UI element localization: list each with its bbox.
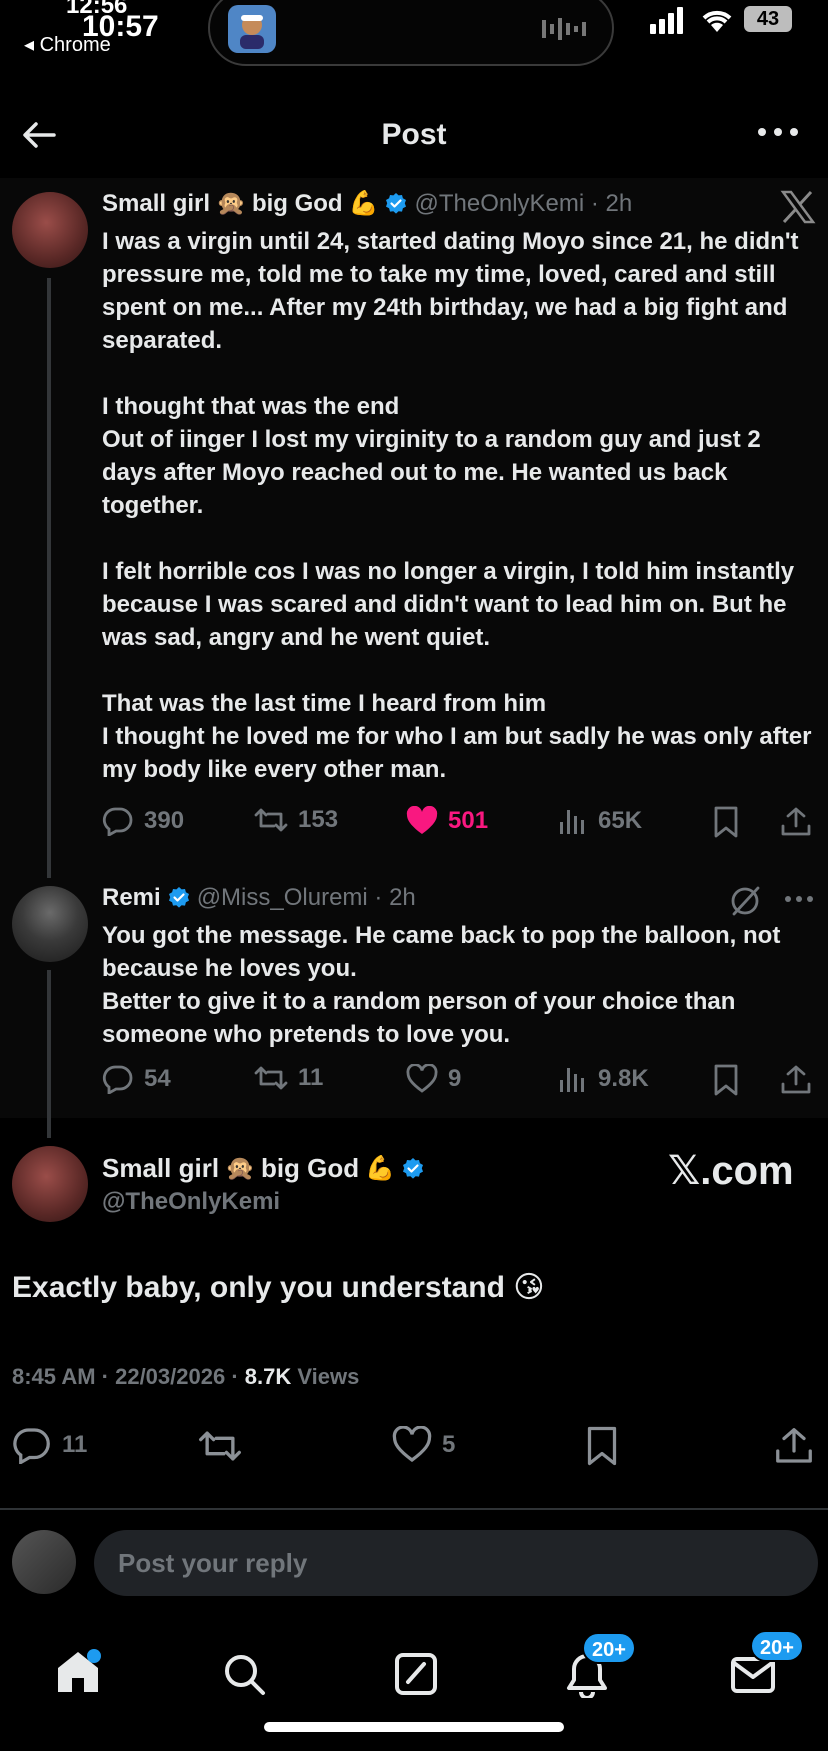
views-icon	[560, 810, 584, 834]
tweet-actions: 390 153 501 65K	[102, 806, 822, 840]
reply-count: 390	[144, 807, 185, 834]
flexed-biceps-emoji: 💪	[365, 1154, 396, 1182]
like-count: 501	[448, 807, 489, 834]
tweet-author-line: Small girl 🙊 big God 💪 @TheOnlyKemi · 2h	[102, 190, 632, 218]
repost-count: 153	[298, 806, 339, 833]
views-count: 8.7K	[244, 1364, 292, 1389]
reply-icon	[102, 1065, 133, 1094]
main-post-text: Exactly baby, only you understand	[12, 1271, 505, 1304]
bookmark-icon[interactable]	[584, 1426, 620, 1466]
notifications-badge: 20+	[582, 1632, 636, 1664]
tweet-text: I was a virgin until 24, started dating …	[102, 228, 812, 783]
author-name[interactable]: Small girl	[102, 190, 210, 218]
share-icon[interactable]	[780, 806, 812, 838]
cellular-signal-icon	[650, 6, 692, 34]
reply-icon	[13, 1428, 50, 1464]
reply-icon	[102, 807, 133, 836]
page-title: Post	[381, 118, 447, 151]
reply-button[interactable]: 390	[102, 806, 184, 836]
like-count: 5	[442, 1431, 456, 1458]
kiss-emoji: 😘	[513, 1271, 545, 1304]
main-post-text-line: Exactly baby, only you understand 😘	[12, 1270, 545, 1305]
main-post-actions: 11 5	[12, 1426, 818, 1466]
views-button[interactable]: 9.8K	[558, 1064, 649, 1094]
x-logo-icon	[780, 190, 816, 224]
verified-badge-icon	[167, 886, 191, 910]
main-author-name[interactable]: Small girl 🙊 big God 💪	[102, 1153, 425, 1184]
avatar[interactable]	[12, 192, 88, 268]
views-button[interactable]: 65K	[558, 806, 642, 836]
heart-icon	[392, 1426, 432, 1463]
author-handle[interactable]: @TheOnlyKemi	[102, 1188, 280, 1216]
repost-icon	[254, 808, 288, 832]
like-button[interactable]: 5	[392, 1426, 455, 1464]
battery-indicator: 43	[744, 6, 792, 32]
bookmark-icon[interactable]	[712, 1064, 740, 1096]
author-name-rest[interactable]: big God	[252, 190, 343, 218]
verified-badge-icon	[384, 192, 408, 216]
views-count: 65K	[598, 807, 643, 834]
reply-input[interactable]: Post your reply	[94, 1530, 818, 1596]
tweet-text: You got the message. He came back to pop…	[102, 922, 781, 1048]
more-options-icon[interactable]	[784, 895, 814, 903]
views-label: Views	[291, 1364, 360, 1389]
heart-filled-icon	[406, 806, 438, 834]
reply-button[interactable]: 54	[102, 1064, 171, 1094]
author-name: Small girl	[102, 1153, 220, 1183]
reply-count: 11	[62, 1431, 88, 1458]
app-icon[interactable]	[228, 5, 276, 53]
monkey-emoji: 🙊	[216, 190, 246, 217]
thread-connector-line	[47, 970, 51, 1138]
wifi-icon	[700, 6, 734, 34]
more-options-icon[interactable]	[756, 126, 800, 138]
like-button[interactable]: 9	[406, 1064, 461, 1094]
flexed-biceps-emoji: 💪	[348, 190, 379, 217]
author-name[interactable]: Remi	[102, 884, 161, 912]
share-icon[interactable]	[774, 1426, 814, 1466]
search-icon[interactable]	[222, 1652, 266, 1696]
avatar[interactable]	[12, 1146, 88, 1222]
home-icon[interactable]	[54, 1648, 102, 1694]
messages-badge: 20+	[750, 1630, 804, 1662]
like-button[interactable]: 501	[406, 806, 488, 836]
back-to-app-link[interactable]: ◂ Chrome	[24, 32, 111, 57]
compose-icon[interactable]	[394, 1652, 438, 1696]
reply-button[interactable]: 11	[12, 1426, 87, 1464]
bookmark-icon[interactable]	[712, 806, 740, 838]
like-count: 9	[448, 1065, 462, 1092]
repost-icon[interactable]	[198, 1428, 242, 1464]
monkey-emoji: 🙊	[225, 1154, 255, 1182]
thread-connector-line	[47, 278, 51, 878]
user-avatar[interactable]	[12, 1530, 76, 1594]
divider	[0, 1508, 828, 1510]
share-icon[interactable]	[780, 1064, 812, 1096]
reply-count: 54	[144, 1065, 171, 1092]
verified-badge-icon	[401, 1157, 425, 1181]
tweet-author-line: Remi @Miss_Oluremi · 2h	[102, 884, 416, 912]
views-count: 9.8K	[598, 1065, 649, 1092]
views-icon	[560, 1068, 584, 1092]
author-name-rest: big God	[260, 1153, 360, 1183]
post-meta: 8:45 AM · 22/03/2026 · 8.7K Views	[12, 1364, 359, 1390]
grok-icon[interactable]	[728, 884, 762, 918]
audio-waveform-icon	[540, 14, 592, 44]
author-handle[interactable]: @TheOnlyKemi · 2h	[414, 190, 632, 218]
heart-icon	[406, 1064, 438, 1093]
author-handle[interactable]: @Miss_Oluremi · 2h	[197, 884, 416, 912]
avatar[interactable]	[12, 886, 88, 962]
repost-button[interactable]: 11	[254, 1064, 323, 1092]
repost-count: 11	[298, 1064, 324, 1091]
home-indicator[interactable]	[264, 1722, 564, 1732]
tweet-actions: 54 11 9 9.8K	[102, 1064, 822, 1098]
post-timestamp[interactable]: 8:45 AM · 22/03/2026 ·	[12, 1364, 245, 1389]
repost-icon	[254, 1066, 288, 1090]
x-com-watermark: 𝕏.com	[668, 1149, 794, 1193]
repost-button[interactable]: 153	[254, 806, 338, 834]
